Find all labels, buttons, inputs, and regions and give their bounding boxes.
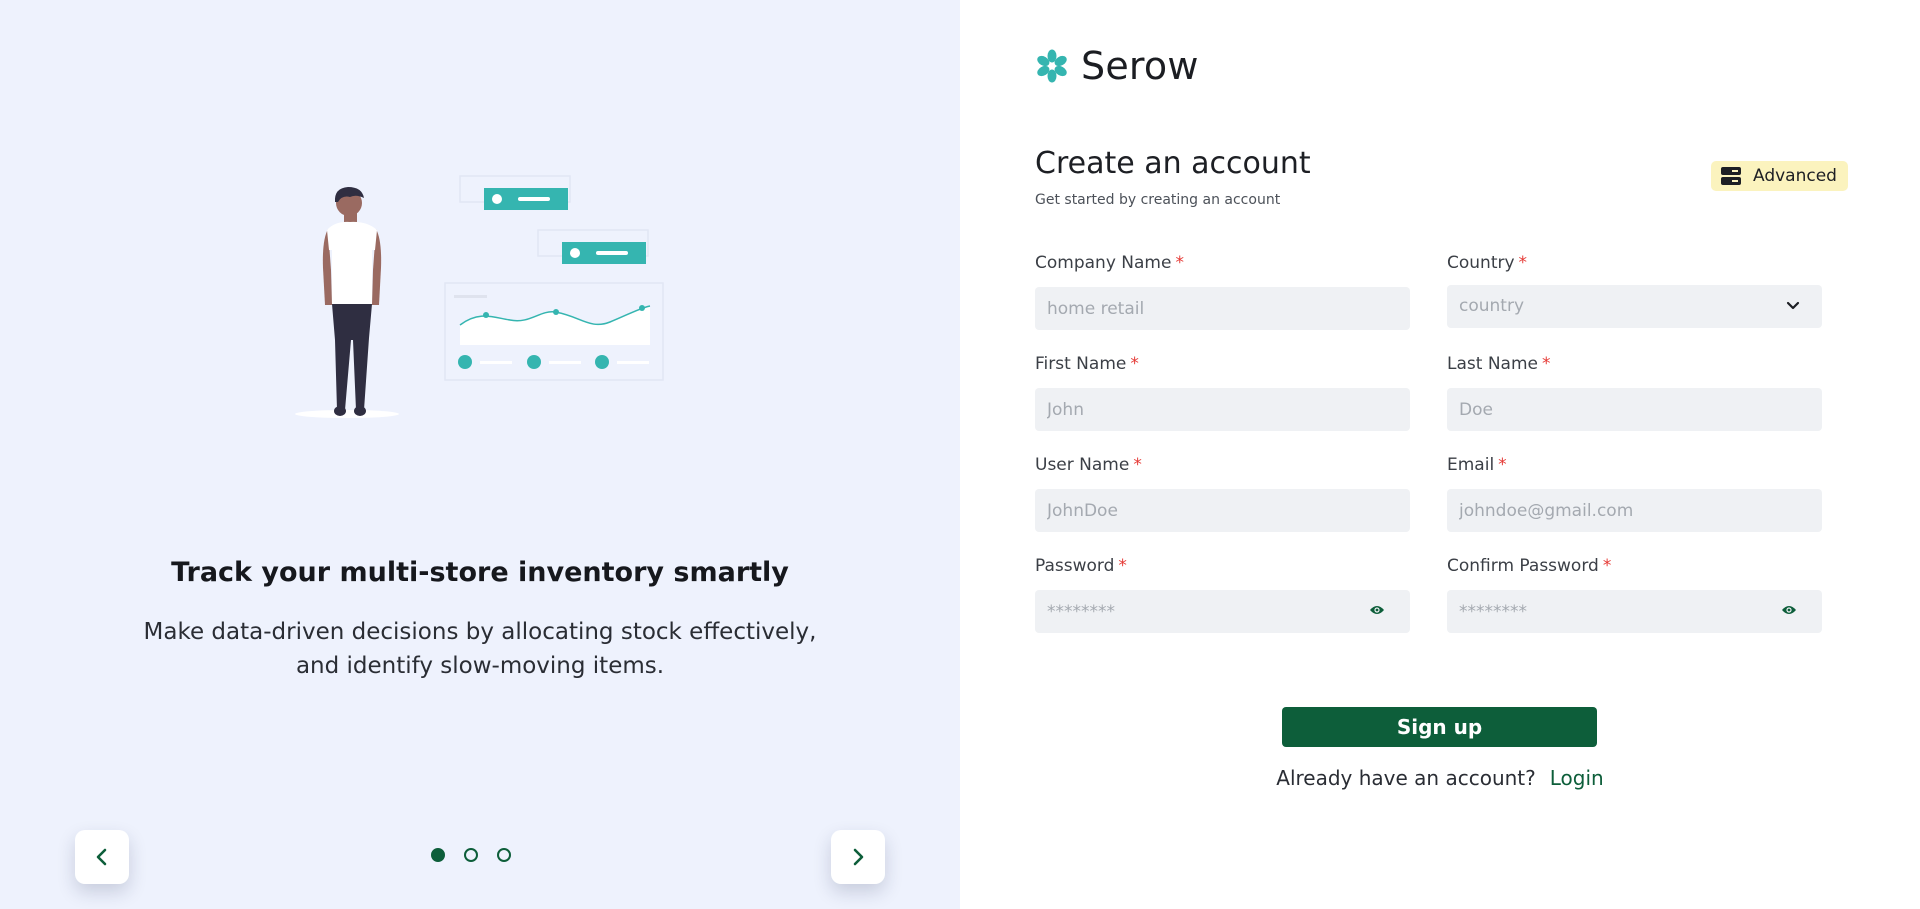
required-marker: * — [1133, 455, 1142, 475]
advanced-button[interactable]: Advanced — [1711, 161, 1848, 191]
first-name-input[interactable] — [1035, 388, 1410, 431]
user-name-label: User Name — [1035, 455, 1130, 475]
last-name-field: Last Name * — [1447, 354, 1822, 431]
carousel-dot-1[interactable] — [431, 848, 445, 862]
user-name-field: User Name * — [1035, 455, 1410, 532]
company-name-field: Company Name * — [1035, 253, 1410, 330]
last-name-input[interactable] — [1447, 388, 1822, 431]
carousel-description: Make data-driven decisions by allocating… — [143, 619, 817, 679]
company-name-input[interactable] — [1035, 287, 1410, 330]
required-marker: * — [1518, 253, 1528, 273]
carousel-dot-3[interactable] — [497, 848, 511, 862]
required-marker: * — [1602, 556, 1612, 576]
eye-icon[interactable] — [1781, 604, 1797, 616]
carousel-next-button[interactable] — [831, 830, 885, 884]
page-title: Create an account — [1035, 146, 1311, 181]
required-marker: * — [1130, 354, 1139, 374]
page-subtitle: Get started by creating an account — [1035, 192, 1281, 208]
required-marker: * — [1541, 354, 1551, 374]
password-input[interactable] — [1035, 590, 1355, 633]
flower-logo-icon — [1037, 49, 1067, 83]
carousel-prev-button[interactable] — [75, 830, 129, 884]
login-link[interactable]: Login — [1550, 766, 1604, 790]
carousel-title: Track your multi-store inventory smartly — [171, 557, 789, 588]
signup-button[interactable]: Sign up — [1282, 707, 1597, 747]
password-field: Password * — [1035, 556, 1410, 633]
country-label: Country — [1447, 253, 1515, 273]
first-name-label: First Name — [1035, 354, 1127, 374]
confirm-password-label: Confirm Password — [1447, 556, 1599, 576]
required-marker: * — [1498, 455, 1507, 475]
password-label: Password — [1035, 556, 1115, 576]
country-field: Country * country — [1447, 253, 1822, 328]
email-input[interactable] — [1447, 489, 1822, 532]
required-marker: * — [1118, 556, 1127, 576]
carousel-dot-2[interactable] — [464, 848, 478, 862]
last-name-label: Last Name — [1447, 354, 1538, 374]
country-select-value: country — [1459, 296, 1525, 316]
signup-panel: Serow Create an account Get started by c… — [960, 0, 1920, 909]
carousel-pagination — [431, 848, 511, 862]
eye-icon[interactable] — [1369, 604, 1385, 616]
first-name-field: First Name * — [1035, 354, 1410, 431]
login-prompt-row: Already have an account? Login — [960, 766, 1920, 790]
required-marker: * — [1175, 253, 1184, 273]
confirm-password-input-wrap — [1447, 590, 1822, 633]
brand: Serow — [1035, 44, 1199, 88]
user-name-input[interactable] — [1035, 489, 1410, 532]
password-input-wrap — [1035, 590, 1410, 633]
advanced-label: Advanced — [1753, 166, 1837, 186]
email-field: Email * — [1447, 455, 1822, 532]
chevron-down-icon — [1786, 301, 1800, 310]
inventory-illustration — [295, 175, 664, 418]
confirm-password-input[interactable] — [1447, 590, 1767, 633]
chevron-right-icon — [853, 848, 864, 866]
onboarding-carousel: Track your multi-store inventory smartly… — [0, 0, 960, 909]
country-select[interactable]: country — [1447, 285, 1822, 328]
login-prompt-text: Already have an account? — [1276, 766, 1536, 790]
brand-name: Serow — [1081, 44, 1199, 88]
email-label: Email — [1447, 455, 1495, 475]
confirm-password-field: Confirm Password * — [1447, 556, 1822, 633]
server-icon — [1721, 167, 1741, 185]
chevron-left-icon — [96, 848, 107, 866]
company-name-label: Company Name — [1035, 253, 1172, 273]
